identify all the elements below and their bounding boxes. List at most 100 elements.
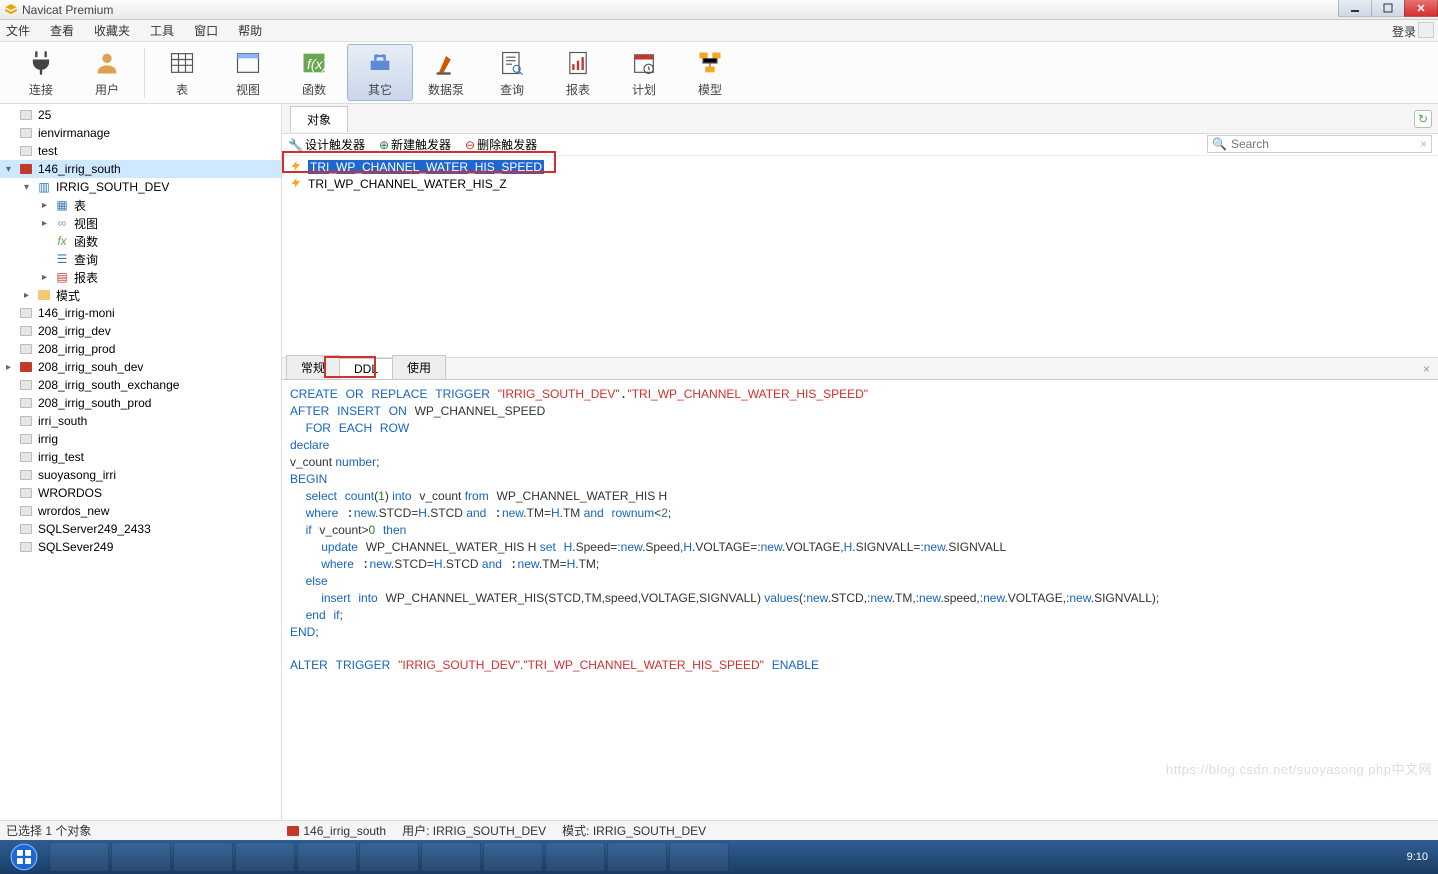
taskbar-item[interactable] <box>421 842 481 872</box>
tab-use[interactable]: 使用 <box>392 355 446 379</box>
annotation-box-ddl <box>324 356 376 378</box>
taskbar-item[interactable] <box>545 842 605 872</box>
search-icon: 🔍 <box>1212 137 1227 151</box>
menu-view[interactable]: 查看 <box>50 22 74 39</box>
taskbar-clock[interactable]: 9:10 <box>1397 850 1438 864</box>
tree-item-label: irri_south <box>38 414 87 428</box>
taskbar-item[interactable] <box>607 842 667 872</box>
tree-item[interactable]: WRORDOS <box>0 484 281 502</box>
avatar-icon[interactable] <box>1418 22 1434 38</box>
menu-window[interactable]: 窗口 <box>194 22 218 39</box>
svg-text:f(x): f(x) <box>307 56 327 72</box>
tree-item-label: 表 <box>74 197 86 214</box>
login-link[interactable]: 登录 <box>1392 23 1416 40</box>
folder-icon <box>36 288 52 302</box>
tree-item[interactable]: irrig_test <box>0 448 281 466</box>
toolbar-table-button[interactable]: 表 <box>149 47 215 98</box>
view-icon <box>215 47 281 79</box>
ddl-code-view[interactable]: CREATE OR REPLACE TRIGGER "IRRIG_SOUTH_D… <box>282 380 1438 820</box>
other-icon <box>348 47 412 79</box>
trigger-icon <box>290 177 304 191</box>
tree-item[interactable]: fx函数 <box>0 232 281 250</box>
tree-item[interactable]: 208_irrig_south_prod <box>0 394 281 412</box>
maximize-button[interactable] <box>1371 0 1405 17</box>
start-button[interactable] <box>0 840 48 874</box>
tree-item[interactable]: 208_irrig_dev <box>0 322 281 340</box>
tree-item[interactable]: ▸∞视图 <box>0 214 281 232</box>
taskbar-item[interactable] <box>235 842 295 872</box>
tab-objects[interactable]: 对象 <box>290 106 348 132</box>
db-open-icon <box>18 360 34 374</box>
tree-item-label: 报表 <box>74 269 98 286</box>
taskbar-item[interactable] <box>173 842 233 872</box>
expand-arrow-icon[interactable]: ▸ <box>42 218 54 229</box>
db-closed-icon <box>18 378 34 392</box>
menu-tools[interactable]: 工具 <box>150 22 174 39</box>
search-input[interactable] <box>1231 137 1420 151</box>
expand-arrow-icon[interactable]: ▸ <box>24 290 36 301</box>
expand-arrow-icon[interactable]: ▸ <box>42 272 54 283</box>
taskbar-item[interactable] <box>49 842 109 872</box>
toolbar-other-button[interactable]: 其它 <box>347 44 413 101</box>
toolbar-view-button[interactable]: 视图 <box>215 47 281 98</box>
expand-arrow-icon[interactable]: ▾ <box>24 182 36 193</box>
tree-item[interactable]: irrig <box>0 430 281 448</box>
toolbar-schedule-button[interactable]: 计划 <box>611 47 677 98</box>
expand-arrow-icon[interactable]: ▸ <box>42 200 54 211</box>
tree-item[interactable]: suoyasong_irri <box>0 466 281 484</box>
tree-item[interactable]: test <box>0 142 281 160</box>
tree-item[interactable]: wrordos_new <box>0 502 281 520</box>
db-closed-icon <box>18 504 34 518</box>
menu-fav[interactable]: 收藏夹 <box>94 22 130 39</box>
tree-item[interactable]: SQLSever249 <box>0 538 281 556</box>
taskbar-item[interactable] <box>111 842 171 872</box>
tree-item[interactable]: ▸▦表 <box>0 196 281 214</box>
expand-arrow-icon[interactable]: ▸ <box>6 362 18 373</box>
refresh-icon[interactable]: ↻ <box>1414 110 1432 128</box>
window-title: Navicat Premium <box>22 3 113 17</box>
tree-item[interactable]: ▸模式 <box>0 286 281 304</box>
taskbar-item[interactable] <box>669 842 729 872</box>
toolbar-user-button[interactable]: 用户 <box>74 47 140 98</box>
minus-icon: ⊖ <box>465 138 475 152</box>
taskbar-item[interactable] <box>359 842 419 872</box>
expand-arrow-icon[interactable]: ▾ <box>6 164 18 175</box>
annotation-box <box>282 151 556 173</box>
search-box[interactable]: 🔍 × <box>1207 135 1432 153</box>
connection-tree[interactable]: 25ienvirmanagetest▾146_irrig_south▾▥IRRI… <box>0 104 282 820</box>
tree-item[interactable]: ienvirmanage <box>0 124 281 142</box>
tree-item[interactable]: 146_irrig-moni <box>0 304 281 322</box>
tree-item[interactable]: irri_south <box>0 412 281 430</box>
taskbar-item[interactable] <box>297 842 357 872</box>
tree-item[interactable]: 25 <box>0 106 281 124</box>
toolbar-fx-button[interactable]: f(x)函数 <box>281 47 347 98</box>
tree-item[interactable]: ▸208_irrig_souh_dev <box>0 358 281 376</box>
tree-item-label: 146_irrig_south <box>38 162 121 176</box>
pump-icon <box>413 47 479 79</box>
toolbar-query-button[interactable]: 查询 <box>479 47 545 98</box>
toolbar-plug-button[interactable]: 连接 <box>8 47 74 98</box>
minimize-button[interactable] <box>1338 0 1372 17</box>
close-detail-icon[interactable]: × <box>1423 362 1430 376</box>
menu-file[interactable]: 文件 <box>6 22 30 39</box>
tree-item[interactable]: ▾▥IRRIG_SOUTH_DEV <box>0 178 281 196</box>
db-closed-icon <box>18 450 34 464</box>
windows-taskbar[interactable]: 9:10 <box>0 840 1438 874</box>
tree-item[interactable]: SQLServer249_2433 <box>0 520 281 538</box>
trigger-row[interactable]: TRI_WP_CHANNEL_WATER_HIS_Z <box>282 175 1438 192</box>
close-button[interactable] <box>1404 0 1438 17</box>
tree-item-label: test <box>38 144 57 158</box>
toolbar-model-button[interactable]: 模型 <box>677 47 743 98</box>
menu-help[interactable]: 帮助 <box>238 22 262 39</box>
tree-item[interactable]: ☰查询 <box>0 250 281 268</box>
trigger-list[interactable]: TRI_WP_CHANNEL_WATER_HIS_SPEEDTRI_WP_CHA… <box>282 156 1438 358</box>
clear-search-icon[interactable]: × <box>1420 137 1427 151</box>
tree-item[interactable]: ▸▤报表 <box>0 268 281 286</box>
tree-item[interactable]: 208_irrig_south_exchange <box>0 376 281 394</box>
toolbar-report-button[interactable]: 报表 <box>545 47 611 98</box>
toolbar-pump-button[interactable]: 数据泵 <box>413 47 479 98</box>
detail-tabs: 常规 DDL 使用 × <box>282 358 1438 380</box>
tree-item[interactable]: 208_irrig_prod <box>0 340 281 358</box>
taskbar-item[interactable] <box>483 842 543 872</box>
tree-item[interactable]: ▾ 146_irrig_south <box>0 160 281 178</box>
